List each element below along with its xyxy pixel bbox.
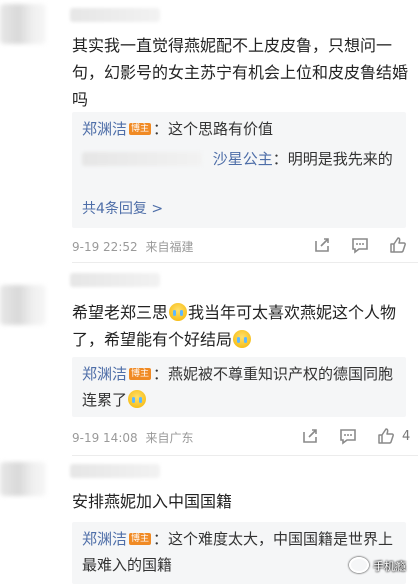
- reply-author[interactable]: 郑渊洁: [82, 530, 127, 548]
- avatar[interactable]: [0, 285, 46, 325]
- reply-author[interactable]: 沙星公主: [213, 150, 273, 168]
- crying-emoji-icon: [128, 390, 147, 408]
- wechat-icon: [349, 557, 369, 573]
- username-blurred[interactable]: [70, 464, 160, 478]
- location: 来自福建: [145, 240, 194, 254]
- like-icon: [378, 428, 394, 444]
- watermark-text: 手机瘾: [373, 560, 406, 573]
- comment-button[interactable]: [338, 426, 362, 450]
- watermark: 手机瘾: [349, 557, 406, 574]
- share-button[interactable]: [300, 426, 324, 450]
- reply-author[interactable]: 郑渊洁: [82, 120, 127, 138]
- reply-author[interactable]: 郑渊洁: [82, 365, 127, 383]
- action-bar: 4: [300, 426, 418, 450]
- reply-box[interactable]: 郑渊洁 博主 ：这个思路有价值 沙星公主：明明是我先来的 共4条回复 >: [72, 112, 406, 228]
- comment-icon: [340, 429, 356, 445]
- author-badge: 博主: [129, 533, 152, 545]
- like-icon: [390, 237, 406, 253]
- reply-author-blurred[interactable]: [82, 152, 202, 166]
- timestamp: 9-19 22:52: [72, 240, 138, 254]
- reply-box[interactable]: 郑渊洁 博主 ：这个难度太大，中国国籍是世界上最难入的国籍: [72, 522, 406, 584]
- divider: [72, 262, 418, 263]
- author-badge: 博主: [129, 368, 152, 380]
- reply-line: 沙星公主：明明是我先来的: [82, 146, 398, 172]
- comment-text-part: 希望老郑三思: [72, 303, 169, 322]
- more-replies-link[interactable]: 共4条回复 >: [82, 198, 163, 218]
- like-button[interactable]: [376, 426, 400, 450]
- comment-meta: 9-19 14:08 来自广东: [72, 429, 193, 446]
- divider: [72, 455, 418, 456]
- share-icon: [303, 429, 317, 443]
- reply-line: 郑渊洁 博主 ：燕妮被不尊重知识产权的德国同胞连累了: [82, 361, 398, 413]
- timestamp: 9-19 14:08: [72, 431, 138, 445]
- avatar[interactable]: [0, 462, 46, 496]
- crying-emoji-icon: [233, 330, 252, 348]
- reply-line: 郑渊洁 博主 ：这个思路有价值: [82, 116, 398, 142]
- reply-box[interactable]: 郑渊洁 博主 ：燕妮被不尊重知识产权的德国同胞连累了: [72, 357, 406, 417]
- comment-meta: 9-19 22:52 来自福建: [72, 238, 193, 255]
- avatar[interactable]: [0, 4, 46, 44]
- username-blurred[interactable]: [70, 273, 160, 287]
- comment-text: 其实我一直觉得燕妮配不上皮皮鲁，只想问一句，幻影号的女主苏宁有机会上位和皮皮鲁结…: [72, 36, 409, 109]
- share-button[interactable]: [312, 235, 336, 259]
- location: 来自广东: [145, 431, 194, 445]
- action-bar: [308, 235, 418, 259]
- share-icon: [315, 238, 329, 252]
- crying-emoji-icon: [169, 303, 188, 321]
- comment-icon: [352, 238, 368, 254]
- comment-text: 希望老郑三思 我当年可太喜欢燕妮这个人物了，希望能有个好结局: [72, 299, 410, 353]
- author-badge: 博主: [129, 123, 152, 135]
- comment-button[interactable]: [350, 235, 374, 259]
- like-button[interactable]: [388, 235, 412, 259]
- comment-text: 安排燕妮加入中国国籍: [72, 492, 233, 511]
- reply-text: ：明明是我先来的: [272, 150, 393, 168]
- like-count: 4: [402, 429, 411, 444]
- username-blurred[interactable]: [70, 8, 160, 22]
- reply-text: ：这个思路有价值: [153, 120, 274, 138]
